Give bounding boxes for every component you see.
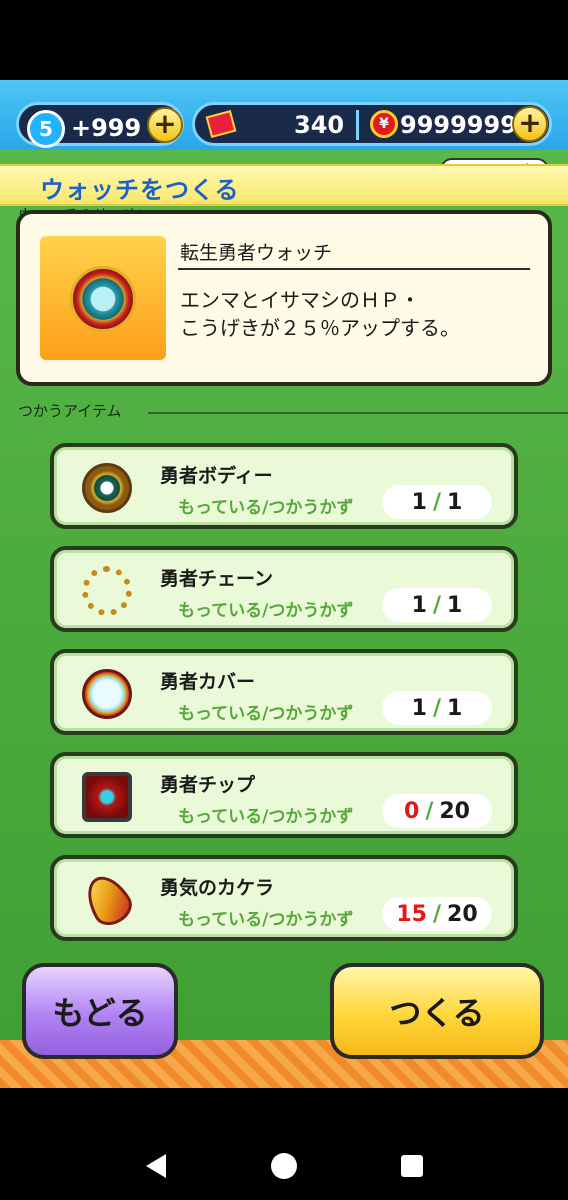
add-money-button[interactable]: +: [512, 106, 548, 142]
watch-description-card: 転生勇者ウォッチ エンマとイサマシのＨＰ・ こうげきが２５％アップする。: [16, 210, 552, 386]
status-bar: [0, 0, 568, 80]
hero-watch-icon: [70, 266, 136, 332]
item-row[interactable]: 勇者チップもっている/つかうかず 0/20: [50, 752, 518, 838]
item-row[interactable]: 勇者ボディーもっている/つかうかず 1/1: [50, 443, 518, 529]
stamina-value: +999: [71, 114, 142, 142]
needed-count: 20: [439, 798, 470, 824]
needed-count: 1: [447, 695, 463, 721]
shard-icon: [78, 868, 138, 932]
owned-needed-label: もっている/つかうかず: [178, 704, 354, 724]
watch-body-icon: [82, 463, 132, 513]
owned-count: 1: [411, 592, 427, 618]
item-row[interactable]: 勇者カバーもっている/つかうかず 1/1: [50, 649, 518, 735]
game-screen: 5 +999 + 340 ¥ 9999999 + キャンペーン中! ウォッチをつ…: [0, 80, 568, 1088]
money-value: 9999999: [400, 111, 517, 139]
count-separator: /: [432, 489, 442, 515]
cover-icon: [82, 669, 132, 719]
page-title-bar: ウォッチをつくる: [0, 164, 568, 206]
watch-name: 転生勇者ウォッチ: [180, 242, 333, 264]
divider: [148, 412, 568, 414]
item-name: 勇者カバー: [160, 671, 256, 693]
chain-icon: [82, 566, 132, 616]
add-stamina-button[interactable]: +: [147, 107, 183, 143]
chip-icon: [82, 772, 132, 822]
item-name: 勇者チップ: [160, 774, 256, 796]
count-separator: /: [432, 592, 442, 618]
item-row[interactable]: 勇気のカケラもっている/つかうかず 15/20: [50, 855, 518, 941]
owned-count: 0: [404, 798, 420, 824]
item-name: 勇気のカケラ: [160, 877, 275, 899]
effect-line-2: こうげきが２５％アップする。: [180, 316, 460, 340]
back-button[interactable]: もどる: [22, 963, 178, 1059]
watch-effect: エンマとイサマシのＨＰ・ こうげきが２５％アップする。: [180, 286, 540, 342]
recents-square-icon: [401, 1155, 423, 1177]
owned-needed-label: もっている/つかうかず: [178, 807, 354, 827]
item-count: 15/20: [382, 897, 492, 931]
count-separator: /: [432, 901, 442, 927]
watch-image-frame: [40, 236, 166, 360]
item-name: 勇者ボディー: [160, 465, 273, 487]
divider: [178, 268, 530, 270]
item-row[interactable]: 勇者チェーンもっている/つかうかず 1/1: [50, 546, 518, 632]
page-title: ウォッチをつくる: [40, 176, 240, 204]
nav-home-button[interactable]: [266, 1148, 302, 1184]
stamina-pill: 5 +999 +: [16, 102, 184, 148]
home-circle-icon: [271, 1153, 297, 1179]
item-count: 0/20: [382, 794, 492, 828]
owned-count: 1: [411, 695, 427, 721]
owned-needed-label: もっている/つかうかず: [178, 498, 354, 518]
count-separator: /: [425, 798, 434, 824]
effect-line-1: エンマとイサマシのＨＰ・: [180, 288, 420, 312]
currency-bar: 5 +999 + 340 ¥ 9999999 + キャンペーン中!: [10, 96, 558, 182]
needed-count: 1: [447, 489, 463, 515]
owned-count: 15: [396, 901, 427, 927]
item-name: 勇者チェーン: [160, 568, 274, 590]
needed-count: 20: [447, 901, 478, 927]
ticket-count: 340: [294, 111, 345, 139]
nav-recents-button[interactable]: [394, 1148, 430, 1184]
make-button[interactable]: つくる: [330, 963, 544, 1059]
needed-count: 1: [447, 592, 463, 618]
owned-needed-label: もっている/つかうかず: [178, 601, 354, 621]
back-triangle-icon: [146, 1154, 166, 1178]
owned-count: 1: [411, 489, 427, 515]
item-count: 1/1: [382, 485, 492, 519]
count-separator: /: [432, 695, 442, 721]
items-section-label: つかうアイテム: [18, 402, 122, 420]
item-count: 1/1: [382, 691, 492, 725]
money-coin-icon: ¥: [370, 110, 398, 138]
level-badge: 5: [27, 110, 65, 148]
item-count: 1/1: [382, 588, 492, 622]
nav-back-button[interactable]: [138, 1148, 174, 1184]
divider: [356, 110, 359, 140]
owned-needed-label: もっている/つかうかず: [178, 910, 354, 930]
